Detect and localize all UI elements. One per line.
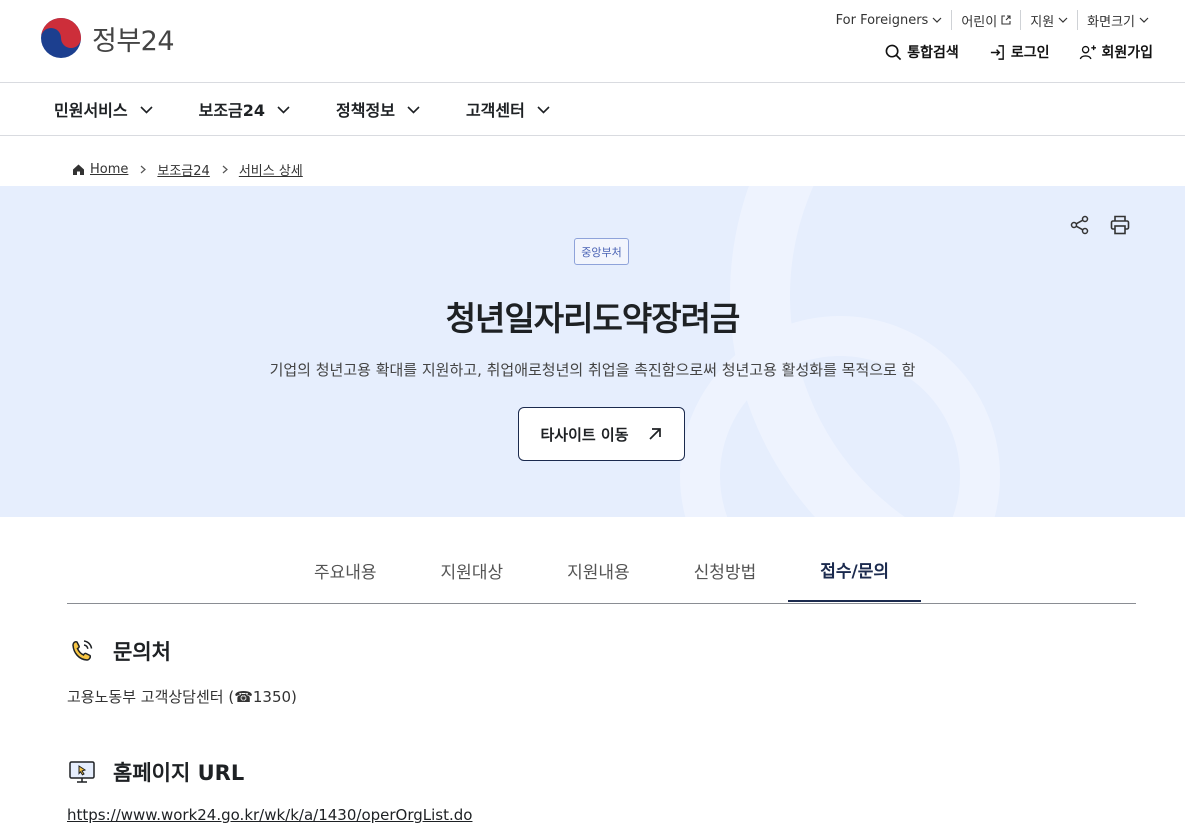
login-icon <box>990 44 1004 60</box>
arrow-up-right-icon <box>648 428 661 440</box>
util-label: 지원 <box>1030 14 1055 30</box>
external-link-icon <box>1001 15 1011 25</box>
util-label: 화면크기 <box>1087 14 1135 30</box>
kids-link[interactable]: 어린이 <box>951 10 1020 30</box>
nav-label: 정책정보 <box>336 101 395 120</box>
for-foreigners-menu[interactable]: For Foreigners <box>827 10 952 30</box>
hero-tools <box>1069 214 1131 236</box>
search-icon <box>885 44 902 60</box>
service-hero: 중앙부처 청년일자리도약장려금 기업의 청년고용 확대를 지원하고, 취업애로청… <box>0 186 1185 517</box>
nav-label: 고객센터 <box>465 101 525 120</box>
phone-icon <box>72 640 93 661</box>
print-icon[interactable] <box>1109 214 1131 236</box>
chevron-down-icon <box>140 105 153 114</box>
tab-main-content[interactable]: 주요내용 <box>282 538 409 602</box>
main-navigation: 민원서비스 보조금24 정책정보 고객센터 <box>0 83 1185 136</box>
tab-contact[interactable]: 접수/문의 <box>788 538 922 602</box>
breadcrumb-label: Home <box>90 162 129 177</box>
logo-text: 정부24 <box>92 25 175 57</box>
support-menu[interactable]: 지원 <box>1020 10 1077 30</box>
share-icon[interactable] <box>1069 214 1091 236</box>
tab-eligibility[interactable]: 지원대상 <box>409 538 536 602</box>
chevron-right-icon <box>222 165 228 174</box>
chevron-down-icon <box>407 105 420 114</box>
login-button[interactable]: 로그인 <box>989 42 1050 62</box>
homepage-title: 홈페이지 URL <box>113 761 245 785</box>
contact-info: 고용노동부 고객상담센터 (☎1350) <box>67 688 297 706</box>
breadcrumb: Home 보조금24 서비스 상세 <box>72 160 303 179</box>
tab-benefits[interactable]: 지원내용 <box>535 538 662 602</box>
contact-title: 문의처 <box>113 640 171 664</box>
login-label: 로그인 <box>1010 45 1050 61</box>
ministry-badge: 중앙부처 <box>574 238 629 265</box>
tab-how-to-apply[interactable]: 신청방법 <box>662 538 789 602</box>
page-title: 청년일자리도약장려금 <box>445 299 741 338</box>
homepage-section-title: 홈페이지 URL <box>67 757 244 787</box>
chevron-down-icon <box>1139 17 1149 23</box>
service-description: 기업의 청년고용 확대를 지원하고, 취업애로청년의 취업을 촉진함으로써 청년… <box>269 361 916 379</box>
integrated-search-button[interactable]: 통합검색 <box>885 42 959 62</box>
nav-label: 민원서비스 <box>54 101 128 120</box>
external-site-label: 타사이트 이동 <box>540 425 629 444</box>
account-menu: 통합검색 로그인 회원가입 <box>885 42 1153 62</box>
util-label: For Foreigners <box>835 12 929 28</box>
breadcrumb-service-detail[interactable]: 서비스 상세 <box>239 160 303 179</box>
chevron-down-icon <box>932 17 942 23</box>
external-site-button[interactable]: 타사이트 이동 <box>518 407 685 461</box>
chevron-down-icon <box>277 105 290 114</box>
util-label: 어린이 <box>961 14 998 30</box>
breadcrumb-label: 서비스 상세 <box>238 164 303 179</box>
breadcrumb-label: 보조금24 <box>157 164 210 179</box>
utility-menu: For Foreigners 어린이 지원 화면크기 <box>827 10 1158 30</box>
signup-label: 회원가입 <box>1101 45 1153 61</box>
signup-button[interactable]: 회원가입 <box>1079 42 1153 62</box>
nav-policy-info[interactable]: 정책정보 <box>336 83 420 135</box>
chevron-down-icon <box>1058 17 1068 23</box>
breadcrumb-home[interactable]: Home <box>72 162 128 177</box>
homepage-url-link[interactable]: https://www.work24.go.kr/wk/k/a/1430/ope… <box>67 806 472 824</box>
monitor-cursor-icon <box>69 761 95 783</box>
contact-section-title: 문의처 <box>67 636 171 666</box>
nav-customer-center[interactable]: 고객센터 <box>466 83 550 135</box>
screen-size-menu[interactable]: 화면크기 <box>1077 10 1158 30</box>
chevron-down-icon <box>537 105 550 114</box>
search-label: 통합검색 <box>907 45 959 61</box>
nav-civil-services[interactable]: 민원서비스 <box>54 83 153 135</box>
detail-tabs: 주요내용 지원대상 지원내용 신청방법 접수/문의 <box>67 540 1136 604</box>
add-user-icon <box>1080 44 1097 59</box>
taegeuk-logo-icon <box>41 18 81 58</box>
home-icon <box>73 164 84 175</box>
nav-subsidy24[interactable]: 보조금24 <box>199 83 290 135</box>
nav-label: 보조금24 <box>198 101 266 120</box>
site-header: 정부24 For Foreigners 어린이 지원 화면크기 통합검색 로그인 <box>0 0 1185 83</box>
gov24-logo[interactable]: 정부24 <box>40 17 175 59</box>
chevron-right-icon <box>140 165 147 174</box>
breadcrumb-subsidy24[interactable]: 보조금24 <box>157 160 209 179</box>
